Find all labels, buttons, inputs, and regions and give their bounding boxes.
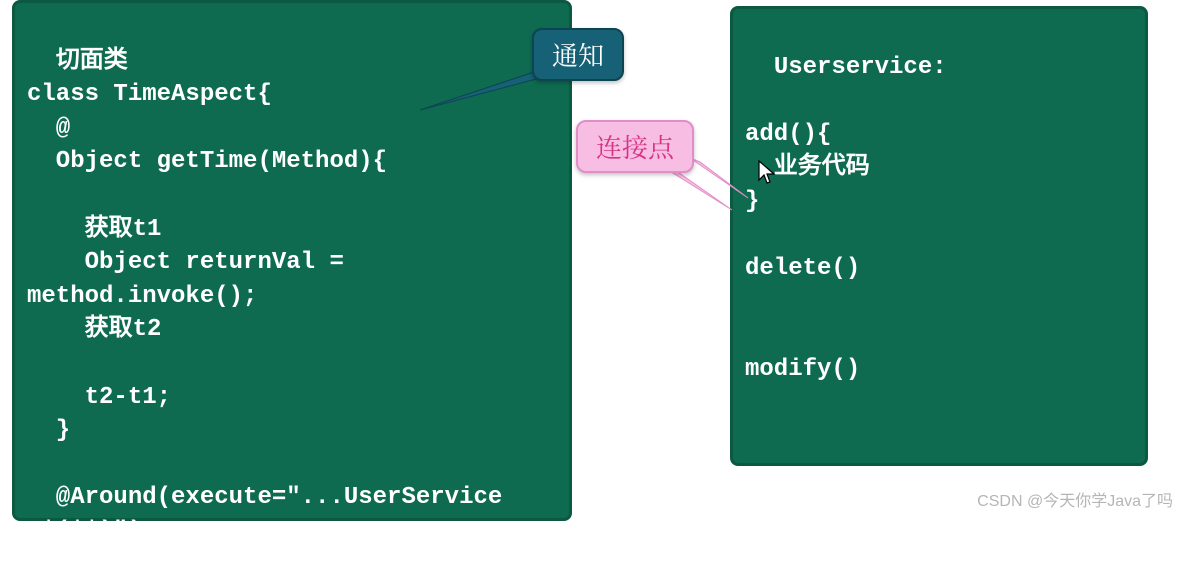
joinpoint-callout: 连接点 [576,120,694,173]
advice-callout: 通知 [532,28,624,81]
watermark-text: CSDN @今天你学Java了吗 [977,493,1173,510]
aspect-class-code: 切面类 class TimeAspect{ @ Object getTime(M… [27,48,502,579]
csdn-watermark: CSDN @今天你学Java了吗 [977,487,1173,511]
userservice-panel: Userservice: add(){ 业务代码 } delete() modi… [730,6,1148,466]
userservice-code: Userservice: add(){ 业务代码 } delete() modi… [745,54,947,484]
joinpoint-callout-label: 连接点 [596,128,674,165]
advice-callout-label: 通知 [552,36,604,73]
aspect-class-panel: 切面类 class TimeAspect{ @ Object getTime(M… [12,0,572,521]
